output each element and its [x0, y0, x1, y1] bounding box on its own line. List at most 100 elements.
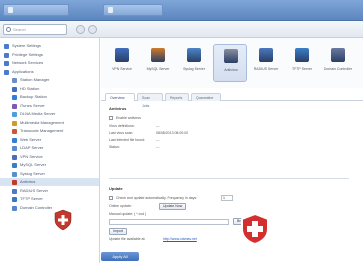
sidebar-item-mysql-server[interactable]: MySQL Server [0, 161, 99, 169]
sidebar-item-icon [12, 205, 17, 211]
tab-reports[interactable]: Reports [165, 93, 189, 101]
sidebar-item-tftp-server[interactable]: TFTP Server [0, 195, 99, 203]
app-tile-tftp-server[interactable]: TFTP Server [285, 44, 319, 82]
sidebar-item-icon [4, 69, 9, 75]
app-tile-label: Domain Controller [323, 67, 353, 71]
sidebar-item-multimedia-management[interactable]: Multimedia Management [0, 119, 99, 127]
tab-bar: Overview Scan Jobs Reports Quarantine [101, 91, 363, 108]
sidebar-item-label: System Settings [12, 43, 41, 48]
sidebar-item-label: VPN Service [20, 153, 43, 159]
sidebar-item-dlna-media-server[interactable]: DLNA Media Server [0, 110, 99, 118]
sidebar-item-itunes-server[interactable]: iTunes Server [0, 102, 99, 110]
app-tile-label: MySQL Server [146, 67, 170, 71]
apply-all-button[interactable]: Apply All [101, 252, 139, 261]
app-tile-label: Antivirus [224, 68, 238, 72]
sidebar-item-transcode-management[interactable]: Transcode Management [0, 127, 99, 135]
sidebar-item-backup-station[interactable]: Backup Station [0, 93, 99, 101]
virus-definitions-label: Virus definitions: [109, 124, 135, 128]
tab-scan-jobs[interactable]: Scan Jobs [137, 93, 163, 108]
control-panel-icon [108, 7, 113, 13]
app-tile-syslog-server[interactable]: Syslog Server [177, 44, 211, 82]
sidebar-item-label: Antivirus [20, 179, 36, 184]
sidebar-item-icon [12, 188, 17, 194]
status-value: --- [156, 145, 160, 149]
app-tile-label: Syslog Server [183, 67, 205, 71]
tab-quarantine[interactable]: Quarantine [191, 93, 221, 101]
sidebar-item-label: LDAP Server [20, 145, 44, 150]
sidebar-item-label: MySQL Server [20, 162, 47, 167]
sidebar-item-icon [12, 78, 17, 83]
sidebar-item-icon [12, 171, 17, 177]
sidebar-item-network-services[interactable]: Network Services [0, 59, 99, 67]
sidebar-item-icon [12, 103, 17, 109]
sidebar-item-label: HD Station [20, 85, 40, 91]
app-tile-label: RADIUS Server [253, 67, 279, 71]
sidebar-item-applications[interactable]: Applications [0, 68, 99, 76]
panel-toolbar: Search [0, 21, 363, 38]
sidebar-item-hd-station[interactable]: HD Station [0, 85, 99, 93]
sidebar-item-label: DLNA Media Server [20, 111, 56, 116]
app-tile-antivirus[interactable]: Antivirus [213, 44, 247, 82]
sidebar-item-label: Transcode Management [20, 128, 64, 133]
sidebar-item-label: RADIUS Server [20, 187, 49, 193]
status-label: Status: [109, 145, 120, 149]
sidebar-item-privilege-settings[interactable]: Privilege Settings [0, 51, 99, 59]
search-input[interactable]: Search [3, 24, 67, 35]
update-file-available-label: Update file available at: [109, 237, 146, 241]
sidebar-item-label: Applications [12, 68, 34, 74]
app-tile-icon [331, 48, 345, 62]
app-tile-label: TFTP Server [292, 67, 312, 71]
auto-update-checkbox[interactable] [109, 196, 113, 200]
sidebar-item-icon [12, 180, 17, 185]
sidebar-item-station-manager[interactable]: Station Manager [0, 76, 99, 84]
sidebar-item-web-server[interactable]: Web Server [0, 136, 99, 144]
manual-update-file-input[interactable] [109, 219, 229, 225]
sidebar-item-domain-controller[interactable]: Domain Controller [0, 204, 99, 212]
sidebar-item-icon [4, 52, 9, 58]
update-section-title: Update [109, 186, 123, 191]
sidebar-item-ldap-server[interactable]: LDAP Server [0, 144, 99, 152]
app-menu-icon[interactable] [8, 7, 13, 13]
sidebar-item-icon [12, 86, 17, 92]
app-tile-icon [151, 48, 165, 62]
sidebar-item-syslog-server[interactable]: Syslog Server [0, 170, 99, 178]
app-tile-icon [224, 49, 238, 63]
sidebar-item-icon [4, 44, 9, 49]
app-tile-mysql-server[interactable]: MySQL Server [141, 44, 175, 82]
sidebar-item-label: Backup Station [20, 94, 47, 99]
control-panel-tab[interactable] [103, 4, 163, 16]
last-scan-label: Last virus scan: [109, 131, 134, 135]
sidebar-item-icon [4, 61, 9, 66]
sidebar-item-antivirus[interactable]: Antivirus [0, 178, 99, 186]
sidebar-item-label: Web Server [20, 136, 42, 142]
sidebar-item-label: Syslog Server [20, 170, 45, 176]
sidebar-item-system-settings[interactable]: System Settings [0, 42, 99, 50]
sidebar-item-radius-server[interactable]: RADIUS Server [0, 187, 99, 195]
main-panel: VPN Service MySQL Server Syslog Server Anti… [101, 38, 363, 263]
back-button[interactable] [76, 25, 85, 34]
window-titlebar [0, 0, 363, 21]
app-tile-vpn-service[interactable]: VPN Service [105, 44, 139, 82]
sidebar-item-label: Multimedia Management [20, 119, 64, 125]
window-title-field[interactable] [3, 4, 69, 16]
enable-antivirus-checkbox[interactable] [109, 116, 113, 120]
shield-icon [241, 212, 269, 246]
manual-update-label: Manual update: ( *.cvd ) [109, 212, 147, 216]
online-update-label: Online update: [109, 204, 132, 208]
sidebar-item-icon [12, 154, 17, 160]
sidebar-item-label: Privilege Settings [12, 51, 43, 57]
virus-definitions-value: --- [156, 124, 160, 128]
update-now-button[interactable]: Update Now [159, 203, 187, 210]
sidebar-item-vpn-service[interactable]: VPN Service [0, 153, 99, 161]
app-tile-radius-server[interactable]: RADIUS Server [249, 44, 283, 82]
forward-button[interactable] [88, 25, 97, 34]
clamav-website-link[interactable]: http://www.clamav.net [163, 237, 197, 241]
sidebar-item-icon [12, 197, 17, 202]
last-infected-value: --- [156, 138, 160, 142]
app-tile-domain-controller[interactable]: Domain Controller [321, 44, 355, 82]
tab-overview[interactable]: Overview [105, 93, 135, 101]
sidebar-item-label: Network Services [12, 60, 44, 65]
sidebar: System Settings Privilege Settings Network… [0, 38, 100, 263]
frequency-days-input[interactable]: 1 [221, 195, 233, 201]
import-button[interactable]: Import [109, 228, 127, 235]
